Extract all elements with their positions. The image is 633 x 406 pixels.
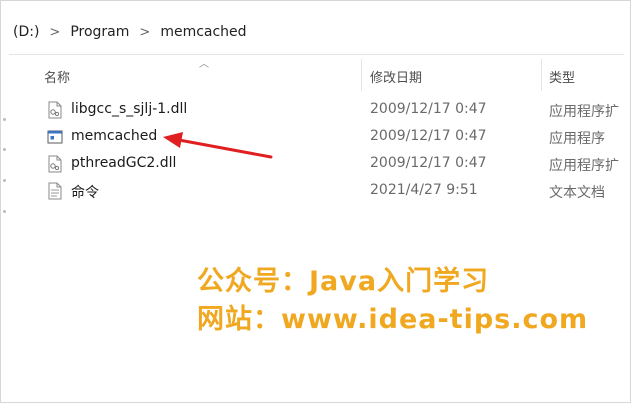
file-row[interactable]: pthreadGC2.dll 2009/12/17 0:47 应用程序扩 <box>9 151 624 178</box>
watermark-line1: 公众号：Java入门学习 <box>197 266 490 297</box>
file-name: pthreadGC2.dll <box>71 155 177 171</box>
file-row[interactable]: memcached 2009/12/17 0:47 应用程序 <box>9 124 624 151</box>
column-headers: ︿ 名称 修改日期 类型 <box>9 59 624 91</box>
file-type: 应用程序扩 <box>549 104 619 120</box>
nav-pane-marker <box>3 179 6 182</box>
file-row[interactable]: libgcc_s_sjlj-1.dll 2009/12/17 0:47 应用程序… <box>9 97 624 124</box>
file-list: libgcc_s_sjlj-1.dll 2009/12/17 0:47 应用程序… <box>9 97 624 205</box>
breadcrumb-memcached[interactable]: memcached <box>156 24 250 40</box>
file-row[interactable]: 命令 2021/4/27 9:51 文本文档 <box>9 178 624 205</box>
file-modified: 2009/12/17 0:47 <box>370 155 487 171</box>
chevron-right-icon: > <box>49 24 61 40</box>
breadcrumb: (D:) > Program > memcached <box>9 17 621 47</box>
column-header-name[interactable]: 名称 <box>44 67 70 86</box>
watermark-line2: 网站：www.idea-tips.com <box>197 304 589 335</box>
file-type: 应用程序 <box>549 131 605 147</box>
file-type: 文本文档 <box>549 185 605 201</box>
text-file-icon <box>48 182 62 200</box>
file-name: memcached <box>71 128 158 144</box>
exe-app-icon <box>47 130 63 144</box>
nav-pane-marker <box>3 148 6 151</box>
column-divider[interactable] <box>361 59 362 91</box>
dll-file-icon <box>48 101 62 119</box>
dll-file-icon <box>48 155 62 173</box>
column-header-type[interactable]: 类型 <box>549 67 575 86</box>
column-header-modified[interactable]: 修改日期 <box>370 67 422 86</box>
explorer-window: (D:) > Program > memcached ︿ 名称 修改日期 类型 … <box>0 0 631 403</box>
file-name: 命令 <box>71 185 99 201</box>
file-type: 应用程序扩 <box>549 158 619 174</box>
breadcrumb-program[interactable]: Program <box>66 24 133 40</box>
nav-pane-marker <box>3 210 6 213</box>
file-modified: 2021/4/27 9:51 <box>370 182 478 198</box>
file-modified: 2009/12/17 0:47 <box>370 101 487 117</box>
chevron-right-icon: > <box>139 24 151 40</box>
file-name: libgcc_s_sjlj-1.dll <box>71 101 188 117</box>
sort-up-icon: ︿ <box>199 59 209 70</box>
breadcrumb-drive[interactable]: (D:) <box>9 24 43 40</box>
nav-pane-marker <box>3 118 6 121</box>
file-modified: 2009/12/17 0:47 <box>370 128 487 144</box>
divider <box>9 54 624 55</box>
column-divider[interactable] <box>541 59 542 91</box>
